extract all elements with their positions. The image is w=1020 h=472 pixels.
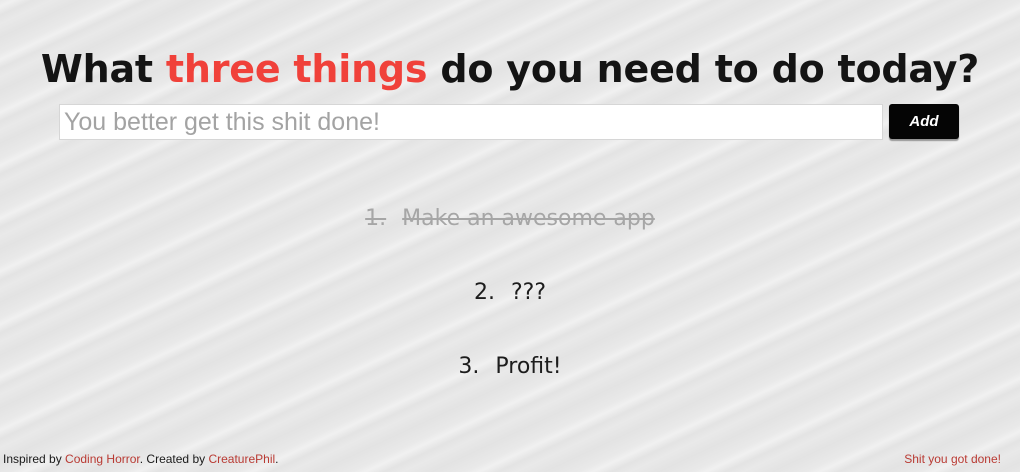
todo-number: 1. [365,206,387,231]
add-button[interactable]: Add [889,104,959,139]
task-input[interactable] [59,104,883,140]
todo-text: ??? [510,280,547,305]
footer-inspired-text: Inspired by [3,452,66,466]
coding-horror-link[interactable]: Coding Horror [65,452,140,466]
todo-number: 3. [458,354,480,379]
title-suffix: do you need to do today? [427,47,980,92]
footer-done-section: Shit you got done! [904,452,1001,466]
add-task-form: Add [59,103,959,141]
todo-item-3[interactable]: 3. Profit! [0,344,1020,418]
todo-text: Profit! [495,354,562,379]
title-accent: three things [165,47,428,92]
todo-item-2[interactable]: 2.??? [0,270,1020,344]
footer-credits: Inspired by Coding Horror. Created by Cr… [3,452,279,466]
todo-list: 1. Make an awesome app 2.??? 3. Profit! [0,196,1020,418]
page-title: What three things do you need to do toda… [0,47,1020,91]
footer-period: . [275,452,279,466]
todo-number: 2. [473,280,495,305]
footer-created-text: . Created by [139,452,209,466]
todo-text: Make an awesome app [402,206,655,231]
title-prefix: What [40,47,166,92]
creaturephil-link[interactable]: CreaturePhil [208,452,275,466]
todo-item-1[interactable]: 1. Make an awesome app [0,196,1020,270]
done-list-link[interactable]: Shit you got done! [904,452,1001,466]
